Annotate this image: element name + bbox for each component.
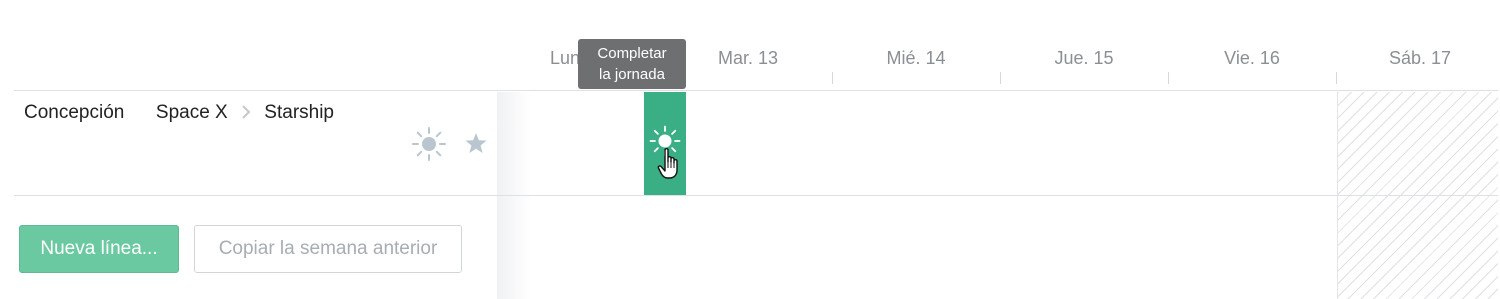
project-name: Space X	[155, 102, 228, 123]
header-divider	[14, 90, 1498, 91]
tooltip: Completar la jornada	[578, 39, 686, 89]
day-divider	[832, 72, 833, 84]
tooltip-line: la jornada	[599, 66, 665, 83]
new-line-button[interactable]: Nueva línea...	[19, 225, 179, 273]
chevron-right-icon	[241, 103, 251, 124]
day-header-tue: Mar. 13	[717, 48, 779, 68]
breadcrumb: Concepción Space X Starship	[24, 102, 334, 124]
task-name: Starship	[264, 102, 334, 123]
day-divider	[1000, 72, 1001, 84]
day-header-wed: Mié. 14	[886, 48, 946, 68]
day-header-thu: Jue. 15	[1054, 48, 1114, 68]
sun-icon[interactable]	[412, 127, 446, 161]
hand-pointer-icon	[656, 146, 686, 182]
day-header-fri: Vie. 16	[1224, 48, 1280, 68]
day-divider	[1336, 72, 1337, 84]
day-divider	[1168, 72, 1169, 84]
tooltip-line: Completar	[597, 45, 667, 62]
day-header-sat: Sáb. 17	[1388, 48, 1452, 68]
copy-previous-week-button[interactable]: Copiar la semana anterior	[194, 225, 462, 273]
row-divider	[14, 195, 1498, 196]
client-name: Concepción	[24, 102, 125, 123]
star-icon[interactable]	[459, 127, 493, 161]
